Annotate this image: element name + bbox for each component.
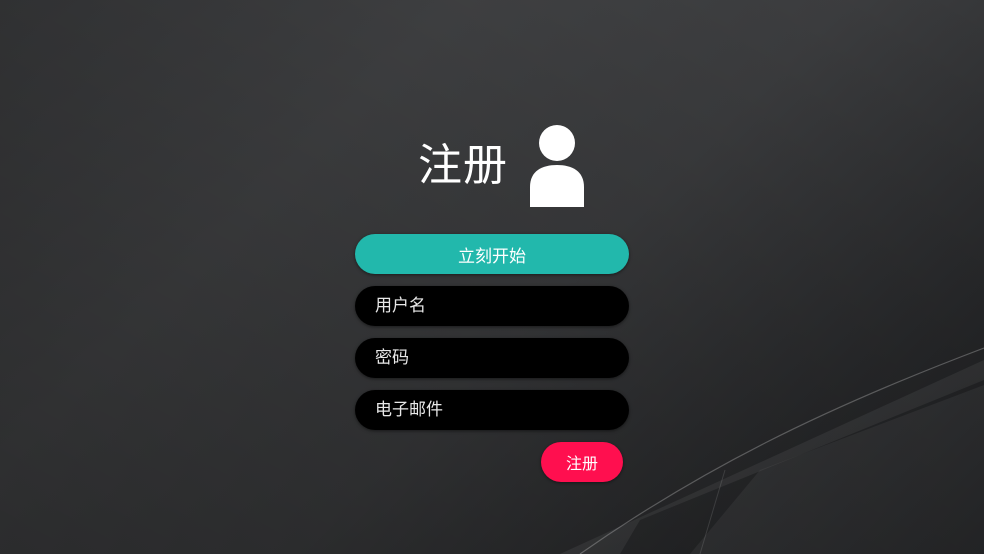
start-now-button[interactable]: 立刻开始 <box>355 234 629 274</box>
background-decoration <box>0 0 984 554</box>
email-field[interactable] <box>355 390 629 430</box>
user-icon <box>530 125 584 207</box>
header: 注册 <box>418 124 584 208</box>
page-title: 注册 <box>418 140 508 191</box>
username-input[interactable] <box>375 296 615 316</box>
password-input[interactable] <box>375 348 615 368</box>
register-button[interactable]: 注册 <box>541 442 623 482</box>
registration-screen: 注册 立刻开始 注册 <box>0 0 984 554</box>
password-field[interactable] <box>355 338 629 378</box>
username-field[interactable] <box>355 286 629 326</box>
email-input[interactable] <box>375 400 615 420</box>
